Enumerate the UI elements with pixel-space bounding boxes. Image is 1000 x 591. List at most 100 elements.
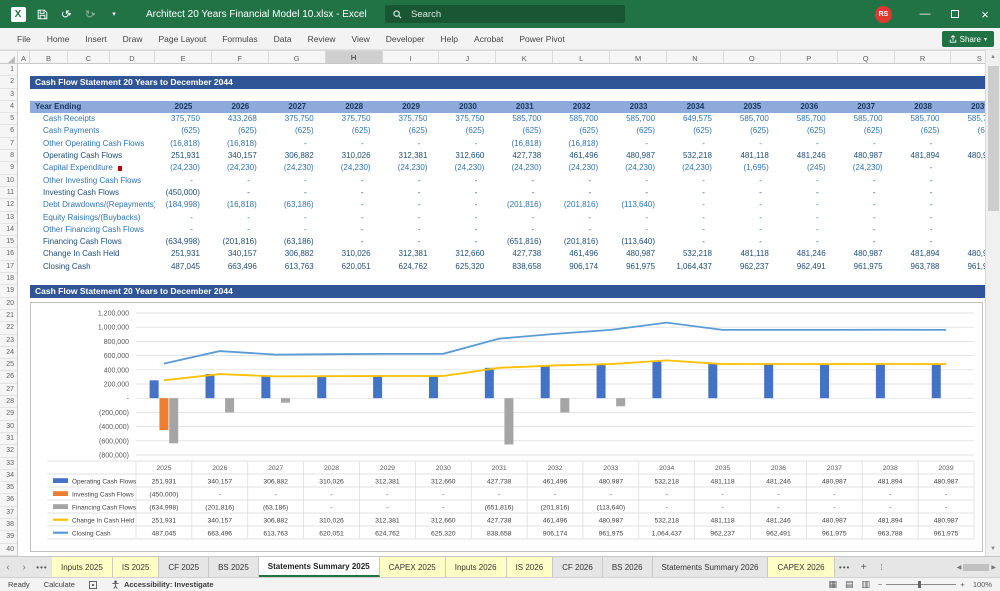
cell-value[interactable]: (24,230): [269, 162, 326, 174]
cell-value[interactable]: -: [610, 224, 667, 236]
cell-value[interactable]: -: [383, 236, 440, 248]
sheet-tab-is-2025[interactable]: IS 2025: [112, 557, 160, 577]
cell-value[interactable]: -: [610, 187, 667, 199]
cell-value[interactable]: 427,738: [496, 150, 553, 162]
macro-record-icon[interactable]: [88, 580, 97, 589]
cell-value[interactable]: -: [667, 187, 724, 199]
ribbon-tab-review[interactable]: Review: [301, 30, 343, 48]
cell-value[interactable]: (24,230): [212, 162, 269, 174]
cell-value[interactable]: -: [838, 224, 895, 236]
row-header-36[interactable]: 36: [0, 494, 17, 507]
cell-value[interactable]: 585,700: [951, 113, 985, 125]
column-header-C[interactable]: C: [68, 51, 110, 63]
cell-value[interactable]: -: [326, 175, 383, 187]
cell-value[interactable]: -: [496, 187, 553, 199]
cell-value[interactable]: -: [951, 175, 985, 187]
sheet-tab-capex-2026[interactable]: CAPEX 2026: [768, 557, 835, 577]
cell-value[interactable]: 375,750: [269, 113, 326, 125]
ribbon-tab-file[interactable]: File: [10, 30, 38, 48]
row-header-9[interactable]: 9: [0, 162, 17, 175]
cell-value[interactable]: -: [610, 212, 667, 224]
cell-value[interactable]: -: [610, 138, 667, 150]
cell-value[interactable]: 532,218: [667, 150, 724, 162]
year-header-2029[interactable]: 2029: [383, 101, 440, 113]
row-header-38[interactable]: 38: [0, 519, 17, 532]
cell-value[interactable]: 585,700: [724, 113, 781, 125]
tab-list-more-icon[interactable]: •••: [32, 557, 52, 577]
zoom-slider[interactable]: [886, 581, 957, 588]
cell-value[interactable]: 480,987: [951, 248, 985, 260]
cell-value[interactable]: (625): [724, 125, 781, 137]
cell-value[interactable]: -: [951, 236, 985, 248]
cell-value[interactable]: (113,640): [610, 199, 667, 211]
cell-value[interactable]: (63,186): [269, 236, 326, 248]
year-header-2028[interactable]: 2028: [326, 101, 383, 113]
cell-value[interactable]: -: [269, 224, 326, 236]
cell-value[interactable]: 427,738: [496, 248, 553, 260]
normal-view-icon[interactable]: ▦: [828, 579, 837, 590]
row-header-3[interactable]: 3: [0, 89, 17, 101]
column-header-L[interactable]: L: [553, 51, 611, 63]
cell-value[interactable]: 481,246: [781, 248, 838, 260]
row-label[interactable]: Cash Payments: [30, 125, 155, 137]
cell-value[interactable]: (24,230): [553, 162, 610, 174]
cell-value[interactable]: 961,975: [838, 261, 895, 273]
cell-value[interactable]: 375,750: [383, 113, 440, 125]
row-label[interactable]: Closing Cash: [30, 261, 155, 273]
cell-value[interactable]: -: [838, 236, 895, 248]
cell-value[interactable]: -: [439, 187, 496, 199]
cell-value[interactable]: (201,816): [496, 199, 553, 211]
cell-value[interactable]: 624,762: [383, 261, 440, 273]
scroll-down-icon[interactable]: ▼: [986, 542, 1000, 556]
cell-value[interactable]: -: [781, 212, 838, 224]
cell-value[interactable]: -: [326, 236, 383, 248]
cell-value[interactable]: (24,230): [383, 162, 440, 174]
cell-value[interactable]: -: [951, 212, 985, 224]
cell-value[interactable]: -: [667, 212, 724, 224]
cell-value[interactable]: 481,118: [724, 248, 781, 260]
cell-value[interactable]: 585,700: [838, 113, 895, 125]
row-label[interactable]: Cash Receipts: [30, 113, 155, 125]
sheet-tab-cf-2026[interactable]: CF 2026: [553, 557, 603, 577]
cell-value[interactable]: -: [838, 187, 895, 199]
cell-value[interactable]: -: [895, 175, 952, 187]
row-header-8[interactable]: 8: [0, 150, 17, 163]
row-header-13[interactable]: 13: [0, 212, 17, 224]
column-header-G[interactable]: G: [269, 51, 326, 63]
cell-value[interactable]: 585,700: [553, 113, 610, 125]
cell-value[interactable]: -: [553, 212, 610, 224]
cell-value[interactable]: (625): [838, 125, 895, 137]
cell-value[interactable]: (634,998): [155, 236, 212, 248]
cell-value[interactable]: -: [951, 138, 985, 150]
cell-value[interactable]: -: [724, 138, 781, 150]
cell-value[interactable]: (625): [781, 125, 838, 137]
cell-value[interactable]: 251,931: [155, 150, 212, 162]
row-label[interactable]: Other Financing Cash Flows: [30, 224, 155, 236]
cell-value[interactable]: (625): [496, 125, 553, 137]
cell-value[interactable]: -: [155, 212, 212, 224]
cell-value[interactable]: (16,818): [496, 138, 553, 150]
cell-value[interactable]: 480,987: [951, 150, 985, 162]
cell-value[interactable]: -: [781, 224, 838, 236]
cell-value[interactable]: 613,763: [269, 261, 326, 273]
cell-value[interactable]: -: [838, 212, 895, 224]
cell-value[interactable]: 340,157: [212, 150, 269, 162]
cell-value[interactable]: (201,816): [553, 199, 610, 211]
cell-value[interactable]: -: [667, 236, 724, 248]
row-label[interactable]: Equity Raisings/(Buybacks): [30, 212, 155, 224]
row-header-20[interactable]: 20: [0, 298, 17, 310]
cell-value[interactable]: 480,987: [610, 150, 667, 162]
cell-value[interactable]: -: [326, 138, 383, 150]
vertical-scroll-thumb[interactable]: [988, 66, 999, 211]
year-header-2038[interactable]: 2038: [895, 101, 952, 113]
cell-value[interactable]: 433,268: [212, 113, 269, 125]
save-icon[interactable]: [32, 5, 52, 23]
cell-value[interactable]: -: [326, 199, 383, 211]
cell-value[interactable]: (651,816): [496, 236, 553, 248]
cell-value[interactable]: 375,750: [326, 113, 383, 125]
cell-value[interactable]: -: [383, 187, 440, 199]
cell-value[interactable]: -: [269, 212, 326, 224]
cell-value[interactable]: 310,026: [326, 248, 383, 260]
redo-button[interactable]: ↻ ▾: [80, 5, 100, 23]
accessibility-status[interactable]: Accessibility: Investigate: [111, 580, 214, 589]
